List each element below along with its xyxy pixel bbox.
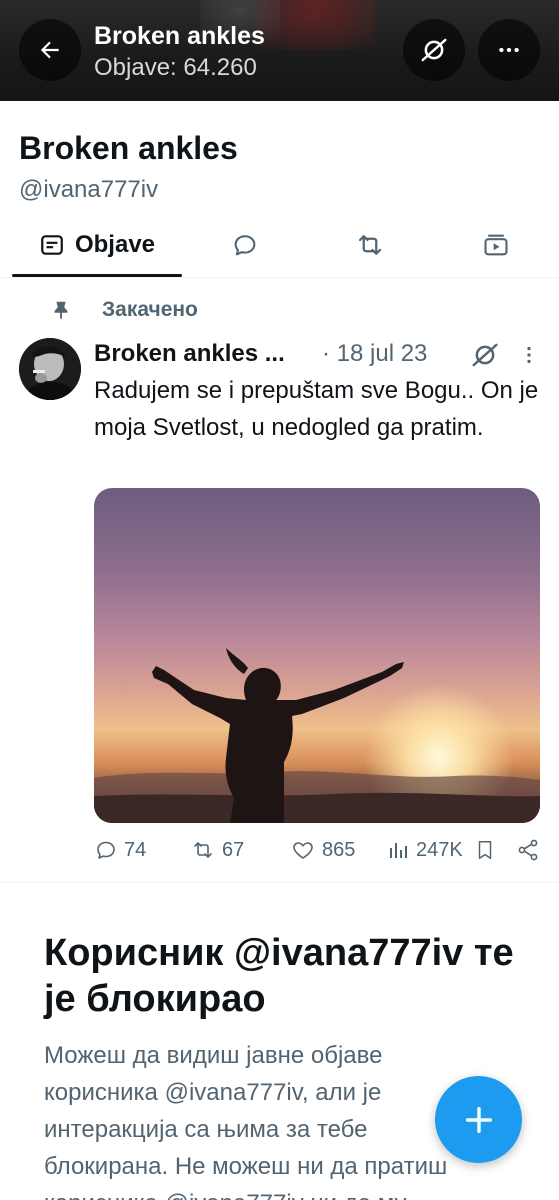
blocked-title: Корисник @ivana777iv те је блокирао bbox=[44, 932, 514, 1020]
post-actions: 74 67 865 247K bbox=[94, 838, 544, 870]
reply-icon bbox=[97, 841, 115, 859]
replies-icon bbox=[234, 235, 256, 256]
section-divider bbox=[0, 882, 559, 883]
like-button[interactable]: 865 bbox=[290, 838, 355, 862]
arrow-left-icon bbox=[40, 41, 59, 59]
active-tab-indicator bbox=[12, 274, 182, 277]
share-button[interactable] bbox=[516, 838, 540, 862]
reply-count: 74 bbox=[124, 838, 147, 861]
tab-posts-label: Objave bbox=[74, 231, 156, 258]
crossed-circle-icon bbox=[421, 38, 447, 62]
views-count: 247K bbox=[416, 838, 463, 861]
post-date[interactable]: · 18 jul 23 bbox=[322, 340, 427, 368]
profile-tabs: Objave bbox=[0, 214, 559, 278]
header-posts-count: Objave: 64.260 bbox=[94, 54, 257, 81]
repost-button[interactable]: 67 bbox=[190, 838, 244, 862]
repost-count: 67 bbox=[222, 838, 245, 861]
back-button[interactable] bbox=[19, 19, 81, 81]
repost-icon bbox=[194, 842, 212, 858]
woman-silhouette bbox=[152, 648, 404, 823]
post-more-icon[interactable] bbox=[518, 342, 540, 373]
post-header: Broken ankles ... · 18 jul 23 bbox=[94, 340, 544, 372]
reply-button[interactable]: 74 bbox=[94, 838, 146, 862]
reposts-icon bbox=[358, 235, 382, 255]
bookmark-button[interactable] bbox=[474, 838, 496, 862]
crossed-circle-icon[interactable] bbox=[470, 340, 500, 375]
post-image[interactable] bbox=[94, 488, 540, 823]
unsubscribed-button[interactable] bbox=[403, 19, 465, 81]
more-options-button[interactable] bbox=[478, 19, 540, 81]
heart-icon bbox=[293, 842, 313, 859]
bookmark-icon bbox=[478, 841, 492, 859]
views-chart-icon bbox=[390, 843, 407, 858]
pinned-label: Закачено bbox=[102, 298, 198, 321]
top-bar: Broken ankles Objave: 64.260 bbox=[0, 0, 559, 101]
post-text: Radujem se i prepuštam sve Bogu.. On je … bbox=[94, 377, 539, 441]
share-icon bbox=[518, 839, 538, 861]
avatar-photo bbox=[19, 338, 81, 400]
compose-button[interactable] bbox=[435, 1076, 522, 1163]
more-dots-icon bbox=[499, 47, 519, 53]
pin-icon bbox=[54, 301, 68, 320]
blocked-description: Можеш да видиш јавне објаве корисника @i… bbox=[44, 1042, 448, 1200]
profile-name: Broken ankles bbox=[19, 130, 238, 166]
avatar[interactable] bbox=[19, 338, 81, 400]
tab-media[interactable] bbox=[456, 214, 536, 276]
post-author[interactable]: Broken ankles ... bbox=[94, 340, 285, 368]
posts-icon bbox=[41, 235, 63, 255]
pinned-indicator: Закачено bbox=[50, 298, 198, 322]
tab-replies[interactable] bbox=[205, 214, 285, 276]
tab-reposts[interactable] bbox=[330, 214, 410, 276]
profile-handle: @ivana777iv bbox=[19, 176, 159, 203]
media-icon bbox=[484, 234, 508, 256]
header-title: Broken ankles bbox=[94, 22, 265, 50]
plus-icon bbox=[465, 1106, 492, 1133]
views-button[interactable]: 247K bbox=[386, 838, 463, 862]
tab-posts[interactable]: Objave bbox=[12, 214, 182, 276]
like-count: 865 bbox=[322, 838, 356, 861]
